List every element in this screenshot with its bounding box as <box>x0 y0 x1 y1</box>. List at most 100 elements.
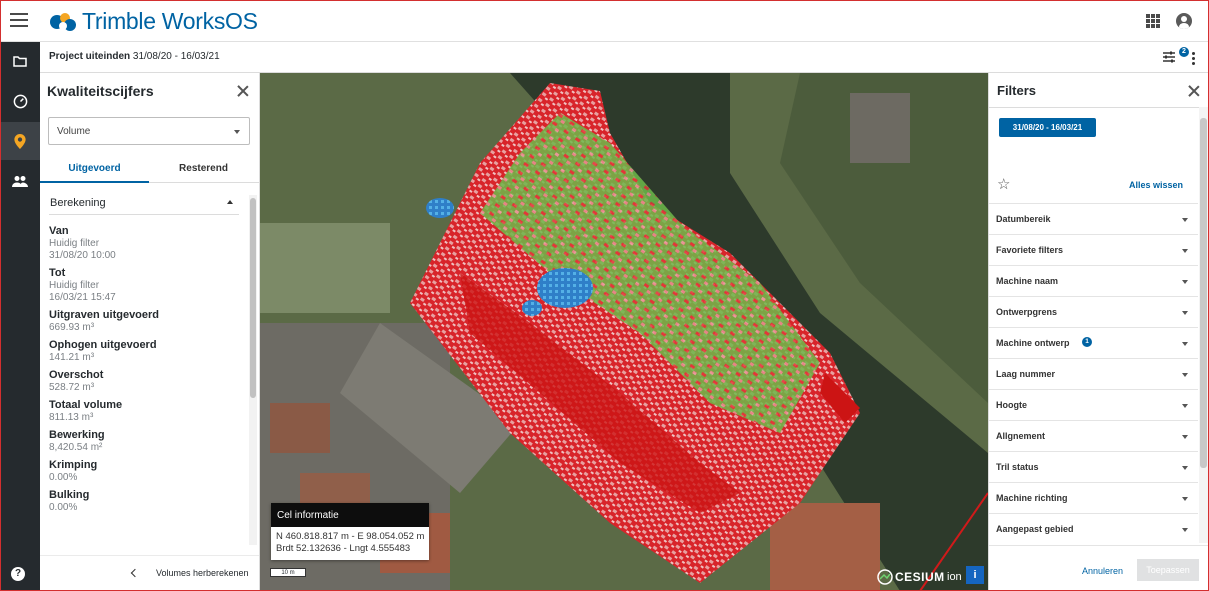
filter-item-machine-naam[interactable]: Machine naam <box>989 265 1198 296</box>
metric-label: Van <box>49 225 69 237</box>
filter-item-machine-richting[interactable]: Machine richting <box>989 482 1198 513</box>
panel-title: Kwaliteitscijfers <box>47 83 154 99</box>
filter-item-tril-status[interactable]: Tril status <box>989 451 1198 482</box>
filter-item-aangepast-gebied[interactable]: Aangepast gebied <box>989 513 1198 544</box>
filter-item-hoogte[interactable]: Hoogte <box>989 389 1198 420</box>
apps-grid-icon[interactable] <box>1146 14 1160 28</box>
filter-item-machine-ontwerp[interactable]: Machine ontwerp 1 <box>989 327 1198 358</box>
nav-map-button[interactable] <box>0 122 40 160</box>
speedometer-icon <box>13 94 27 108</box>
location-pin-icon <box>14 133 26 149</box>
filter-label: Laag nummer <box>996 369 1056 379</box>
metric-value: 31/08/20 10:00 <box>49 250 116 261</box>
folder-icon <box>13 56 27 67</box>
filters-title: Filters <box>997 83 1037 98</box>
metric-item: Bewerking 8,420.54 m² <box>49 429 244 454</box>
apply-button[interactable]: Toepassen <box>1137 559 1199 581</box>
cancel-button[interactable]: Annuleren <box>1082 566 1123 576</box>
left-nav-rail: ? <box>0 42 40 591</box>
filter-item-ontwerpgrens[interactable]: Ontwerpgrens <box>989 296 1198 327</box>
metric-select[interactable]: Volume <box>48 117 250 145</box>
map-viewport[interactable]: Cel informatie N 460.818.817 m - E 98.05… <box>260 73 988 591</box>
chevron-up-icon <box>227 200 233 204</box>
trimble-logo[interactable]: Trimble WorksOS <box>48 8 258 34</box>
metrics-scrollbar[interactable] <box>249 195 257 545</box>
nav-users-button[interactable] <box>0 162 40 200</box>
chevron-down-icon <box>1182 342 1188 346</box>
tab-uitgevoerd[interactable]: Uitgevoerd <box>40 163 149 174</box>
filter-label: Machine richting <box>996 493 1068 503</box>
chevron-down-icon <box>1182 497 1188 501</box>
people-icon <box>12 176 28 187</box>
active-tab-indicator <box>40 181 149 183</box>
project-bar: Project uiteinden 31/08/20 - 16/03/21 2 <box>40 42 1209 73</box>
filters-scrollbar[interactable] <box>1199 107 1208 543</box>
cell-info-title: Cel informatie <box>271 503 429 527</box>
metric-label: Totaal volume <box>49 399 123 411</box>
chevron-down-icon <box>1182 280 1188 284</box>
hamburger-menu-icon[interactable] <box>10 13 28 27</box>
filter-item-datumbereik[interactable]: Datumbereik <box>989 203 1198 234</box>
filter-label: Machine ontwerp <box>996 338 1070 348</box>
filter-label: Tril status <box>996 462 1039 472</box>
cell-info-lat-lng: Brdt 52.132636 - Lngt 4.555483 <box>276 543 411 554</box>
close-icon[interactable] <box>1188 85 1200 97</box>
clear-all-link[interactable]: Alles wissen <box>1129 180 1183 190</box>
chevron-left-icon <box>130 568 140 578</box>
metric-label: Tot <box>49 267 66 279</box>
chevron-down-icon <box>234 130 240 134</box>
metric-label: Bulking <box>49 489 90 501</box>
filter-item-favoriete-filters[interactable]: Favoriete filters <box>989 234 1198 265</box>
filter-count-badge: 2 <box>1179 47 1189 57</box>
metric-label: Bewerking <box>49 429 105 441</box>
metric-value: Huidig filter <box>49 238 100 249</box>
help-icon[interactable]: ? <box>11 567 25 581</box>
metric-item: Uitgraven uitgevoerd 669.93 m³ <box>49 309 244 334</box>
filter-label: Aangepast gebied <box>996 524 1074 534</box>
map-scale-bar: 10 m <box>270 568 306 577</box>
close-icon[interactable] <box>237 85 249 97</box>
app-brand-name: Trimble WorksOS <box>82 7 258 34</box>
metric-item: Bulking 0.00% <box>49 489 244 514</box>
metric-item: Krimping 0.00% <box>49 459 244 484</box>
chevron-down-icon <box>1182 404 1188 408</box>
metric-label: Krimping <box>49 459 98 471</box>
recalculate-label: Volumes herberekenen <box>156 568 249 578</box>
scrollbar-thumb[interactable] <box>250 198 256 398</box>
nav-projects-button[interactable] <box>0 42 40 80</box>
map-info-button[interactable]: i <box>966 566 984 584</box>
cell-info-northing-easting: N 460.818.817 m - E 98.054.052 m <box>276 531 425 542</box>
metric-item: Ophogen uitgevoerd 141.21 m³ <box>49 339 244 364</box>
filter-label: Datumbereik <box>996 214 1051 224</box>
chevron-down-icon <box>1182 528 1188 532</box>
recalculate-volumes-button[interactable]: Volumes herberekenen <box>40 555 259 591</box>
tab-bar: Uitgevoerd Resterend <box>40 157 259 183</box>
account-icon[interactable] <box>1176 13 1192 29</box>
filter-label: Machine naam <box>996 276 1059 286</box>
cesium-logo-icon <box>877 569 893 585</box>
star-icon[interactable]: ☆ <box>997 177 1010 192</box>
project-title: Project uiteinden 31/08/20 - 16/03/21 <box>49 51 220 62</box>
filter-item-laag-nummer[interactable]: Laag nummer <box>989 358 1198 389</box>
metric-label: Ophogen uitgevoerd <box>49 339 157 351</box>
metric-value: Huidig filter <box>49 280 100 291</box>
filter-label: Allgnement <box>996 431 1046 441</box>
trimble-globe-icon <box>50 13 76 31</box>
scrollbar-thumb[interactable] <box>1200 118 1207 468</box>
divider <box>989 107 1209 108</box>
cesium-suffix: ion <box>947 571 962 583</box>
section-header-berekening[interactable]: Berekening <box>49 191 239 215</box>
cell-info-popup: Cel informatie N 460.818.817 m - E 98.05… <box>271 503 429 560</box>
nav-dashboard-button[interactable] <box>0 82 40 120</box>
top-app-bar: Trimble WorksOS <box>0 0 1209 42</box>
filter-sliders-icon[interactable] <box>1162 50 1176 64</box>
chevron-down-icon <box>1182 466 1188 470</box>
metric-value: 0.00% <box>49 502 78 513</box>
tab-resterend[interactable]: Resterend <box>149 163 258 174</box>
project-dates: 31/08/20 - 16/03/21 <box>132 51 220 62</box>
chevron-down-icon <box>1182 373 1188 377</box>
date-range-chip[interactable]: 31/08/20 - 16/03/21 <box>999 118 1096 137</box>
filter-item-allgnement[interactable]: Allgnement <box>989 420 1198 451</box>
more-options-icon[interactable] <box>1192 52 1195 67</box>
metrics-list: Van Huidig filter 31/08/20 10:00 Tot Hui… <box>49 225 244 543</box>
